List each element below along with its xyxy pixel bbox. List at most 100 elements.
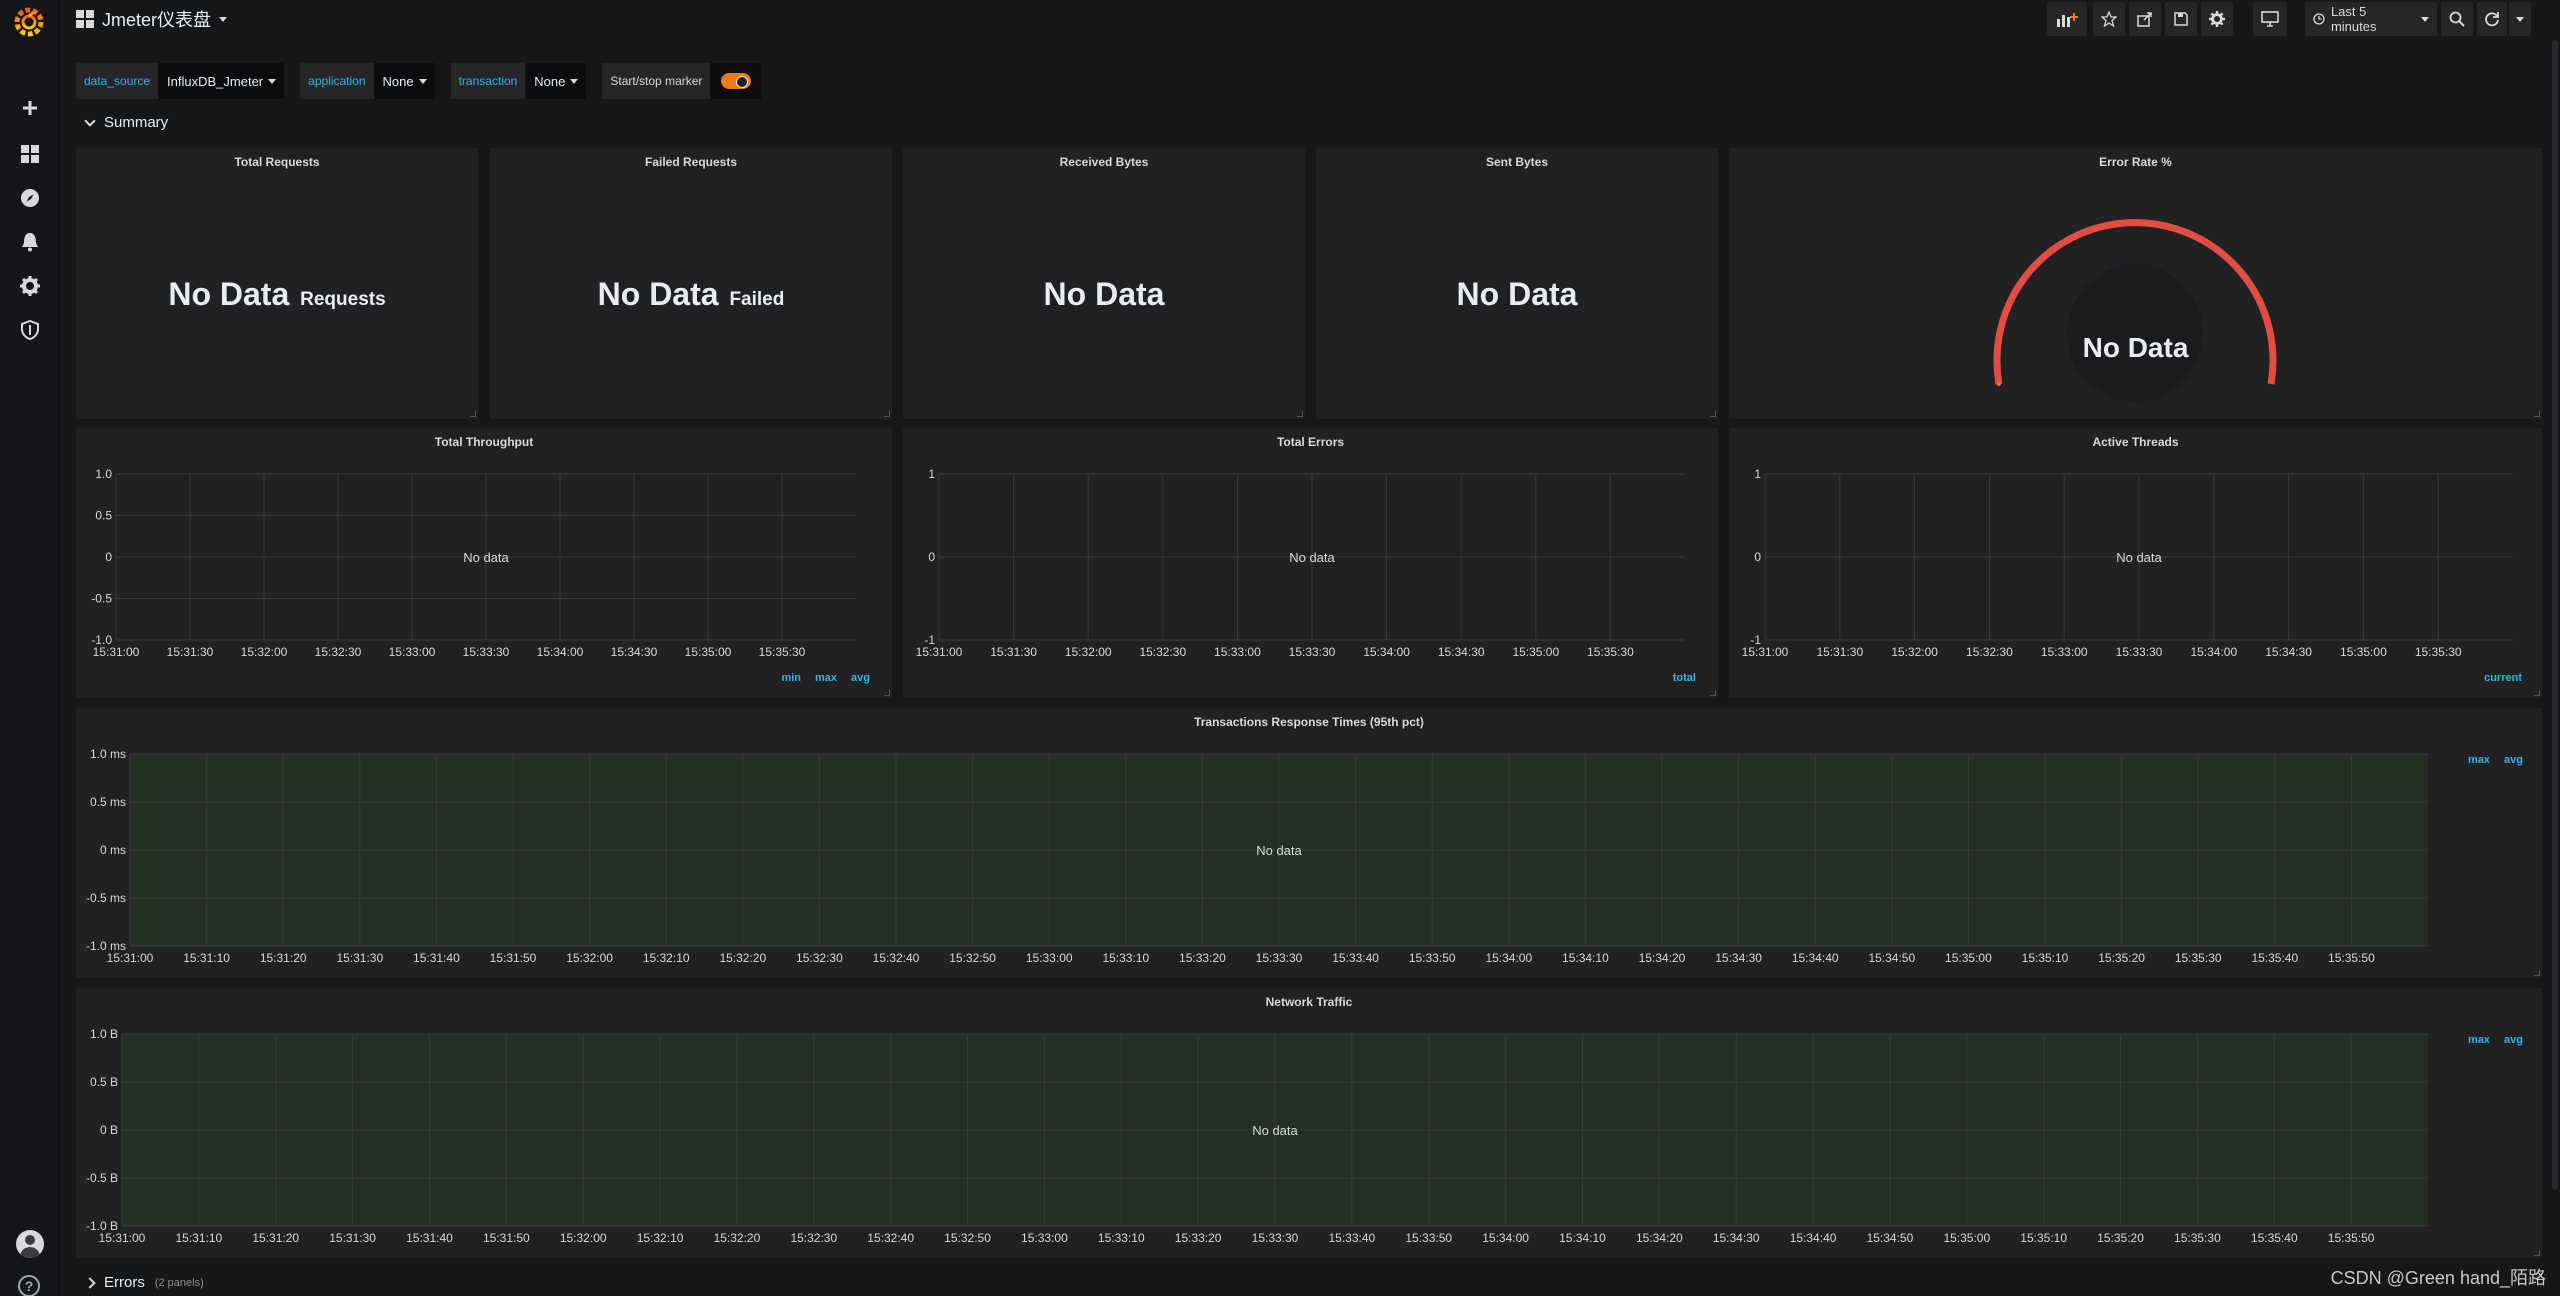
legend-total[interactable]: total	[1673, 672, 1696, 684]
resize-handle[interactable]	[470, 411, 476, 417]
panel-total-errors[interactable]: Total Errors 1 0 -1 15:31:00 15:31:30 15:32:0…	[903, 428, 1718, 698]
variable-transaction: transaction None	[450, 63, 587, 99]
variable-dropdown[interactable]: None	[526, 63, 587, 99]
resize-handle[interactable]	[2534, 970, 2540, 976]
top-navbar: Jmeter仪表盘 Last 5 minutes	[60, 0, 2560, 40]
network-traffic-graph: 1.0 B0.5 B0 B-0.5 B-1.0 B15:31:00 15:31:1…	[86, 1027, 2428, 1245]
legend-avg[interactable]: avg	[851, 672, 870, 684]
panel-error-rate[interactable]: Error Rate % No Data	[1729, 148, 2542, 419]
page-scrollbar[interactable]	[2550, 40, 2560, 1296]
settings-button[interactable]	[2201, 2, 2233, 36]
variable-label[interactable]: transaction	[450, 63, 527, 99]
add-panel-button[interactable]	[2047, 2, 2087, 36]
x-tick-label: 15:35:10	[2020, 1231, 2067, 1245]
start-stop-marker-toggle[interactable]	[721, 73, 752, 89]
y-tick-label: 0.5	[95, 509, 112, 523]
resize-handle[interactable]	[1710, 690, 1716, 696]
x-tick-label: 15:33:20	[1175, 1231, 1222, 1245]
x-tick-label: 15:33:00	[2041, 645, 2088, 659]
x-tick-label: 15:33:10	[1102, 951, 1149, 965]
dashboard-picker[interactable]: Jmeter仪表盘	[76, 6, 228, 32]
legend-max[interactable]: max	[815, 672, 837, 684]
resize-handle[interactable]	[1297, 411, 1303, 417]
alerting-bell-icon[interactable]	[0, 222, 60, 262]
resize-handle[interactable]	[884, 411, 890, 417]
clock-icon	[2313, 13, 2325, 25]
toggle-wrapper	[711, 63, 762, 99]
configuration-gear-icon[interactable]	[0, 266, 60, 306]
y-tick-label: 0	[1754, 550, 1761, 564]
graph-legend: min max avg	[781, 672, 870, 684]
variable-label[interactable]: application	[300, 63, 375, 99]
row-errors[interactable]: Errors (2 panels)	[84, 1274, 204, 1291]
x-tick-label: 15:31:00	[107, 951, 154, 965]
legend-min[interactable]: min	[781, 672, 801, 684]
stat-value-text: No Data	[168, 276, 290, 312]
save-icon	[2174, 12, 2188, 26]
panel-total-requests[interactable]: Total Requests No Data Requests	[76, 148, 478, 419]
x-tick-label: 15:35:40	[2251, 1231, 2298, 1245]
gauge-value: No Data	[2082, 332, 2189, 363]
x-tick-label: 15:31:30	[336, 951, 383, 965]
create-plus-icon[interactable]	[0, 88, 60, 128]
panel-response-times[interactable]: Transactions Response Times (95th pct) 1…	[76, 708, 2542, 978]
x-tick-label: 15:32:00	[560, 1231, 607, 1245]
explore-compass-icon[interactable]	[0, 178, 60, 218]
resize-handle[interactable]	[884, 690, 890, 696]
scrollbar-thumb[interactable]	[2552, 40, 2558, 1190]
variable-dropdown[interactable]: InfluxDB_Jmeter	[159, 63, 285, 99]
variable-label[interactable]: data_source	[76, 63, 160, 99]
refresh-interval-dropdown[interactable]	[2509, 2, 2531, 36]
variable-application: application None	[300, 63, 435, 99]
variable-value: InfluxDB_Jmeter	[167, 73, 264, 89]
zoom-out-button[interactable]	[2441, 2, 2473, 36]
graph-legend: total	[1673, 672, 1696, 684]
dashboard-grid-icon	[76, 10, 94, 28]
resize-handle[interactable]	[2534, 690, 2540, 696]
share-button[interactable]	[2129, 2, 2161, 36]
x-tick-label: 15:31:00	[916, 645, 963, 659]
panel-received-bytes[interactable]: Received Bytes No Data	[903, 148, 1305, 419]
x-tick-label: 15:32:00	[1891, 645, 1938, 659]
tv-mode-button[interactable]	[2253, 2, 2287, 36]
x-tick-label: 15:35:00	[2340, 645, 2387, 659]
star-button[interactable]	[2093, 2, 2125, 36]
resize-handle[interactable]	[1710, 411, 1716, 417]
legend-avg[interactable]: avg	[2504, 1034, 2523, 1046]
grafana-logo-icon[interactable]	[12, 4, 46, 38]
panel-failed-requests[interactable]: Failed Requests No Data Failed	[490, 148, 892, 419]
x-tick-label: 15:32:40	[873, 951, 920, 965]
x-tick-label: 15:33:30	[2116, 645, 2163, 659]
panel-network-traffic[interactable]: Network Traffic 1.0 B 0.5 B0 B -0.5 B -1.0 …	[76, 988, 2542, 1258]
row-title: Summary	[104, 114, 169, 131]
save-button[interactable]	[2165, 2, 2197, 36]
refresh-button[interactable]	[2477, 2, 2507, 36]
row-summary[interactable]: Summary	[84, 114, 169, 131]
side-menu: ?	[0, 0, 60, 1296]
user-avatar[interactable]	[16, 1230, 44, 1258]
legend-avg[interactable]: avg	[2504, 754, 2523, 766]
chevron-down-icon	[268, 78, 277, 84]
time-range-picker[interactable]: Last 5 minutes	[2305, 2, 2437, 36]
stat-unit: Failed	[729, 289, 785, 310]
legend-current[interactable]: current	[2484, 672, 2522, 684]
variable-dropdown[interactable]: None	[374, 63, 435, 99]
y-tick-label: 1.0 B	[90, 1027, 118, 1041]
panel-total-throughput[interactable]: Total Throughput 1.0 0.5 0 -0.5 -1.0 15:31:00…	[76, 428, 892, 698]
panel-sent-bytes[interactable]: Sent Bytes No Data	[1316, 148, 1718, 419]
resize-handle[interactable]	[2534, 411, 2540, 417]
panel-active-threads[interactable]: Active Threads 1 0 -1 15:31:00 15:31:30 15:32…	[1729, 428, 2542, 698]
server-admin-shield-icon[interactable]	[0, 310, 60, 350]
resize-handle[interactable]	[2534, 1250, 2540, 1256]
x-tick-label: 15:35:20	[2098, 951, 2145, 965]
legend-max[interactable]: max	[2468, 1034, 2490, 1046]
dashboards-grid-icon[interactable]	[0, 134, 60, 174]
x-tick-label: 15:32:10	[637, 1231, 684, 1245]
y-tick-label: -0.5 ms	[86, 891, 126, 905]
y-tick-label: 1	[928, 467, 935, 481]
legend-max[interactable]: max	[2468, 754, 2490, 766]
x-tick-label: 15:31:10	[176, 1231, 223, 1245]
graph-legend: current	[2484, 672, 2522, 684]
x-tick-label: 15:35:00	[1512, 645, 1559, 659]
help-icon[interactable]: ?	[18, 1275, 40, 1296]
